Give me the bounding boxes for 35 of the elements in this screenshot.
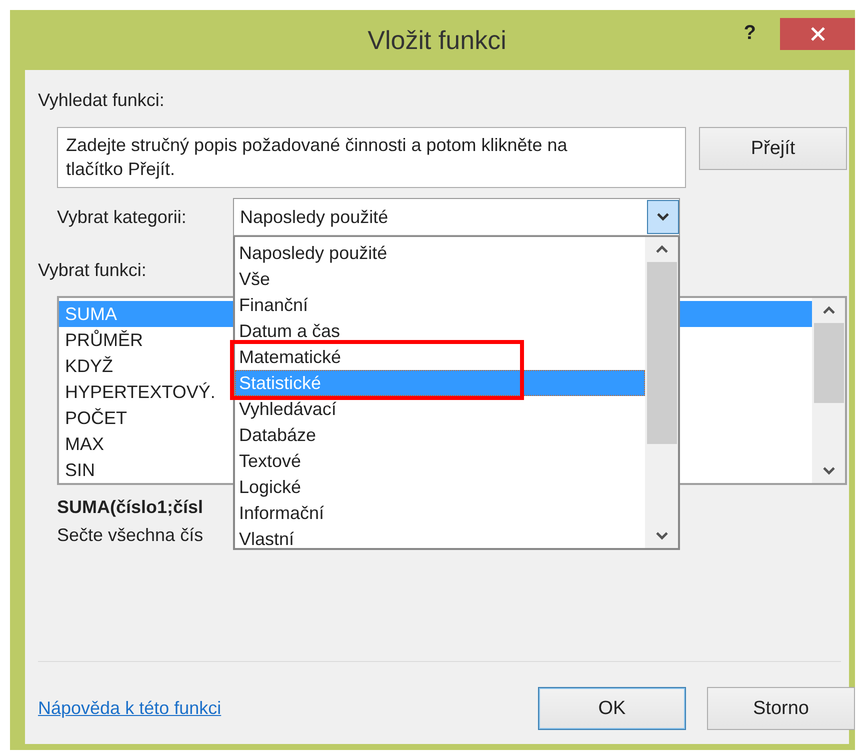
scrollbar[interactable] [812,298,845,483]
close-icon [810,26,826,42]
search-label: Vyhledat funkci: [38,89,164,112]
category-option[interactable]: Textové [239,452,302,470]
help-button[interactable]: ? [744,22,756,45]
category-option[interactable]: Datum a čas [239,322,340,340]
category-option[interactable]: Naposledy použité [239,244,388,262]
category-option[interactable]: Informační [239,504,324,522]
category-option[interactable]: Matematické [239,348,342,366]
go-button[interactable]: Přejít [699,127,847,170]
category-value: Naposledy použité [239,206,388,228]
category-option[interactable]: Vlastní [239,530,294,548]
window-title: Vložit funkci [368,24,506,56]
category-option[interactable]: Logické [239,478,302,496]
search-field[interactable]: Zadejte stručný popis požadované činnosti a potom klikněte na tlačítko Přejít. [57,127,686,188]
function-label: Vybrat funkci: [38,259,146,282]
category-option[interactable]: Databáze [239,426,316,444]
scroll-down-icon [654,531,668,540]
function-syntax: SUMA(číslo1;čísl [57,496,204,519]
category-label: Vybrat kategorii: [57,206,188,228]
scroll-down-icon [822,466,836,475]
chevron-down-icon [656,212,670,222]
category-option[interactable]: Finanční [239,296,308,314]
scroll-up-icon [822,306,836,315]
ok-button[interactable]: OK [538,687,686,730]
scroll-up-icon [654,245,668,254]
category-option[interactable]: Vše [239,270,270,288]
help-link[interactable]: Nápověda k této funkci [38,698,222,719]
category-option[interactable]: Vyhledávací [239,400,336,418]
category-dropdown[interactable]: Naposledy použité [233,198,680,236]
cancel-button[interactable]: Storno [707,687,855,730]
function-description: Sečte všechna čís [57,524,204,547]
dropdown-button[interactable] [647,200,679,234]
close-button[interactable] [780,18,855,50]
scrollbar[interactable] [645,237,678,548]
